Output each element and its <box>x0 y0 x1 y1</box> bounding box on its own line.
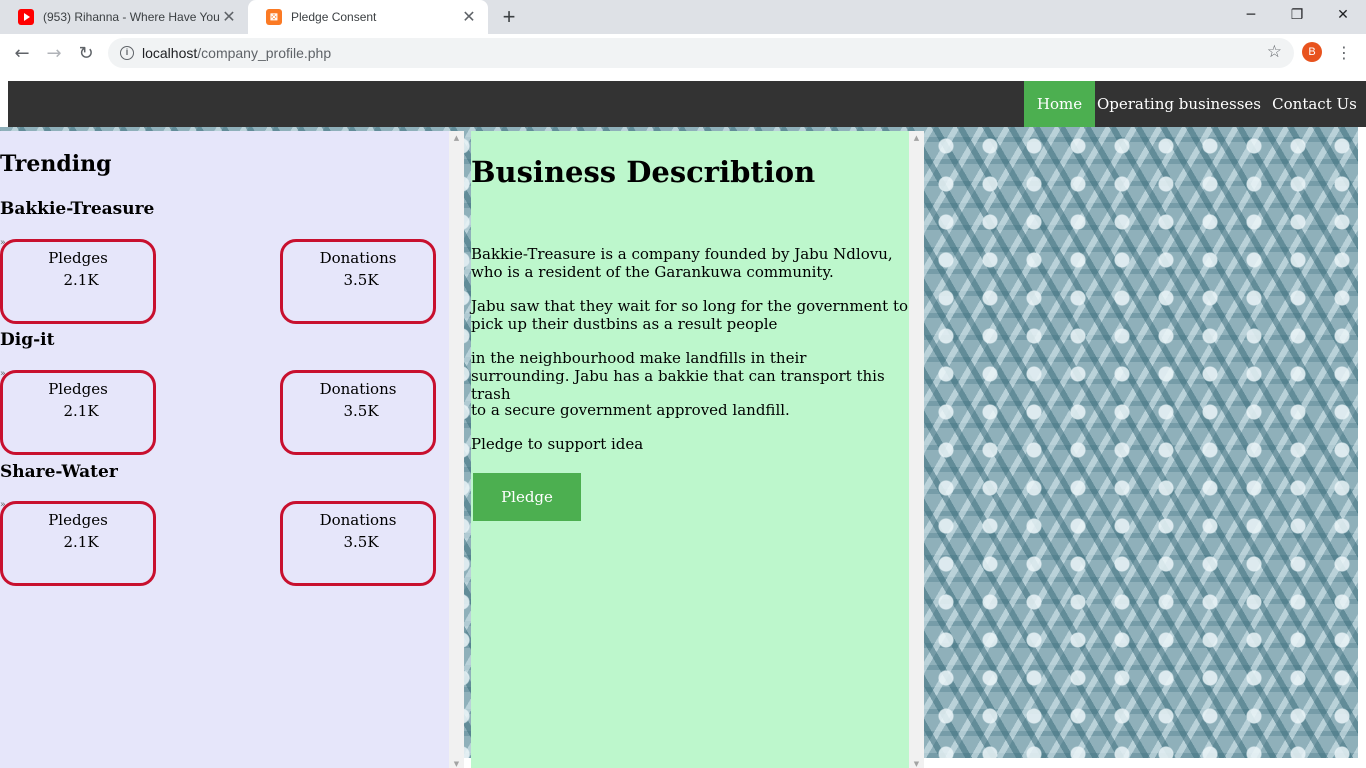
youtube-icon <box>18 9 34 25</box>
donations-label: Donations <box>319 511 397 529</box>
info-icon[interactable]: i <box>120 46 134 60</box>
donations-value: 3.5K <box>343 533 379 551</box>
profile-avatar[interactable]: B <box>1302 42 1322 62</box>
pledges-label: Pledges <box>48 249 108 267</box>
url-path: /company_profile.php <box>197 45 332 61</box>
donations-box: Donations 3.5K <box>280 370 436 455</box>
window-close-icon[interactable]: ✕ <box>1320 0 1366 30</box>
description-panel-scrollbar[interactable]: ▲ ▼ <box>909 131 924 768</box>
web-page: Home Operating businesses Contact Us Tre… <box>0 72 1366 768</box>
close-tab-icon[interactable]: ✕ <box>460 7 478 27</box>
description-heading: Business Describtion <box>471 155 816 189</box>
scroll-down-icon[interactable]: ▼ <box>449 757 464 768</box>
pledges-value: 2.1K <box>63 402 99 420</box>
trending-panel-scrollbar[interactable]: ▲ ▼ <box>449 131 464 768</box>
back-arrow-icon[interactable]: ← <box>8 40 36 68</box>
business-description-panel: Business Describtion Bakkie-Treasure is … <box>471 131 909 768</box>
description-paragraph: Jabu saw that they wait for so long for … <box>471 297 909 333</box>
browser-tab-strip: (953) Rihanna - Where Have You ✕ ⊠ Pledg… <box>0 0 1366 34</box>
pledge-button[interactable]: Pledge <box>473 473 581 521</box>
trending-heading: Trending <box>0 151 112 177</box>
donations-label: Donations <box>319 380 397 398</box>
browser-toolbar: ← → ↻ i localhost/company_profile.php ☆ … <box>0 34 1366 72</box>
minimize-icon[interactable]: ─ <box>1228 0 1274 30</box>
scroll-up-icon[interactable]: ▲ <box>449 131 464 145</box>
bookmark-star-icon[interactable]: ☆ <box>1267 42 1282 62</box>
pledges-box: Pledges 2.1K <box>0 501 156 586</box>
pledges-value: 2.1K <box>63 271 99 289</box>
nav-operating-businesses-link[interactable]: Operating businesses <box>1095 81 1263 127</box>
donations-box: Donations 3.5K <box>280 501 436 586</box>
business-name-share-water: Share-Water <box>0 462 118 482</box>
pledges-box: Pledges 2.1K <box>0 370 156 455</box>
pledges-label: Pledges <box>48 511 108 529</box>
pledges-box: Pledges 2.1K <box>0 239 156 324</box>
description-paragraph: to a secure government approved landfill… <box>471 401 790 419</box>
reload-icon[interactable]: ↻ <box>72 40 100 68</box>
browser-tab-pledge-consent[interactable]: ⊠ Pledge Consent ✕ <box>248 0 488 34</box>
business-name-bakkie-treasure: Bakkie-Treasure <box>0 199 155 219</box>
business-name-dig-it: Dig-it <box>0 330 55 350</box>
new-tab-button[interactable]: + <box>498 4 520 30</box>
forward-arrow-icon[interactable]: → <box>40 40 68 68</box>
address-bar[interactable]: i localhost/company_profile.php ☆ <box>108 38 1294 68</box>
tab-title: (953) Rihanna - Where Have You <box>43 10 220 24</box>
donations-value: 3.5K <box>343 402 379 420</box>
scroll-down-icon[interactable]: ▼ <box>909 757 924 768</box>
donations-box: Donations 3.5K <box>280 239 436 324</box>
donations-value: 3.5K <box>343 271 379 289</box>
pledges-value: 2.1K <box>63 533 99 551</box>
nav-home-link[interactable]: Home <box>1024 81 1095 127</box>
pledges-label: Pledges <box>48 380 108 398</box>
pledge-support-text: Pledge to support idea <box>471 435 644 453</box>
scroll-up-icon[interactable]: ▲ <box>909 131 924 145</box>
description-paragraph: in the neighbourhood make landfills in t… <box>471 349 885 403</box>
nav-contact-us-link[interactable]: Contact Us <box>1263 81 1366 127</box>
description-paragraph: Bakkie-Treasure is a company founded by … <box>471 245 893 281</box>
close-tab-icon[interactable]: ✕ <box>220 7 238 27</box>
tab-title: Pledge Consent <box>291 10 377 24</box>
browser-tab-youtube[interactable]: (953) Rihanna - Where Have You ✕ <box>0 0 248 34</box>
browser-menu-icon[interactable]: ⋮ <box>1334 40 1354 66</box>
top-navigation: Home Operating businesses Contact Us <box>8 81 1366 127</box>
restore-icon[interactable]: ❐ <box>1274 0 1320 30</box>
xampp-icon: ⊠ <box>266 9 282 25</box>
url-host: localhost <box>142 45 198 61</box>
trending-panel: Trending Bakkie-Treasure » Pledges 2.1K … <box>0 131 449 768</box>
donations-label: Donations <box>319 249 397 267</box>
